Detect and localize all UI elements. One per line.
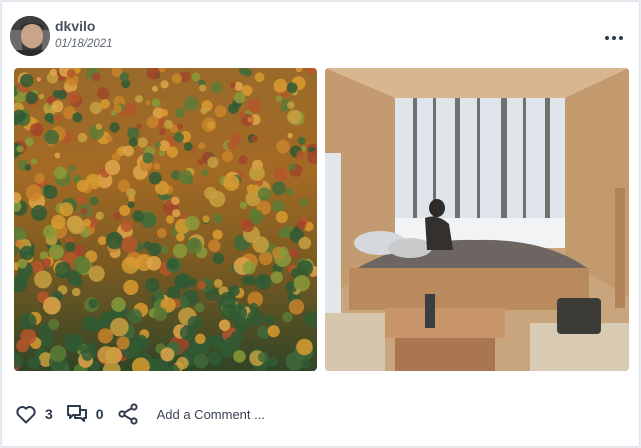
post-image-forest[interactable] [14,68,317,371]
user-avatar[interactable] [10,16,50,56]
heart-icon[interactable] [14,402,38,426]
post-date: 01/18/2021 [55,38,113,50]
likes-count: 3 [45,406,53,422]
post-image-cabin[interactable] [325,68,629,371]
post-actions: 3 0 Add a Comment ... [14,400,265,428]
post-card: dkvilo 01/18/2021 3 0 Add a Comment ... [1,1,640,447]
post-username[interactable]: dkvilo [55,18,95,34]
comments-icon[interactable] [65,402,89,426]
share-icon[interactable] [116,402,140,426]
comments-count: 0 [95,406,104,422]
avatar-image [10,16,50,56]
more-horizontal-icon[interactable] [603,30,625,40]
add-comment-link[interactable]: Add a Comment ... [157,407,265,422]
